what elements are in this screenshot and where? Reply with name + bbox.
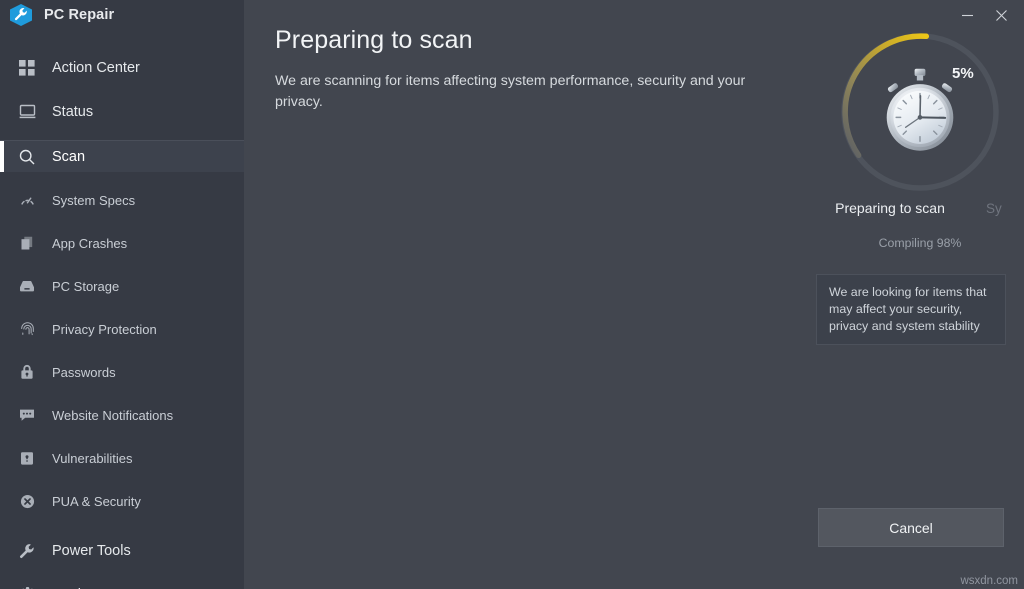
speech-bubble-icon [16, 404, 38, 426]
scan-progress-ring: 5% [830, 22, 1010, 202]
cancel-button[interactable]: Cancel [818, 508, 1004, 547]
copy-pages-icon [16, 232, 38, 254]
page-subtitle: We are scanning for items affecting syst… [275, 73, 746, 110]
sidebar-item-system-specs[interactable]: System Specs [0, 185, 244, 215]
sidebar-item-label: Website Notifications [52, 407, 174, 423]
page-title: Preparing to scan [275, 26, 473, 54]
sidebar-item-vulnerabilities[interactable]: Vulnerabilities [0, 443, 244, 473]
sidebar-item-label: Vulnerabilities [52, 450, 133, 466]
scan-info-text: We are looking for items that may affect… [829, 285, 987, 333]
sidebar-item-passwords[interactable]: Passwords [0, 357, 244, 387]
scan-status-row: Preparing to scan Sy [800, 200, 1024, 222]
monitor-icon [16, 101, 38, 123]
scan-status-sub: Compiling 98% [878, 236, 962, 250]
sidebar-item-label: PUA & Security [52, 493, 141, 509]
sidebar-item-pua-security[interactable]: PUA & Security [0, 486, 244, 516]
scan-info-box: We are looking for items that may affect… [816, 274, 1006, 345]
sidebar-item-label: System Specs [52, 192, 136, 208]
wrench-shield-icon [10, 3, 32, 27]
sidebar-item-label: Passwords [52, 364, 116, 380]
scan-status-current: Preparing to scan [835, 200, 945, 216]
gear-icon [16, 584, 38, 589]
sidebar-item-website-notifications[interactable]: Website Notifications [0, 400, 244, 430]
sidebar: Action Center Status Scan System Specs A… [0, 0, 244, 589]
watermark: wsxdn.com [960, 575, 1018, 587]
scan-status-next-partial: Sy [986, 201, 1002, 216]
close-icon[interactable] [984, 2, 1018, 28]
title-bar-brand: PC Repair [0, 0, 244, 30]
sidebar-item-label: PC Storage [52, 278, 120, 294]
app-title: PC Repair [44, 7, 115, 23]
sidebar-item-label: Scan [52, 148, 86, 165]
minimize-icon[interactable] [950, 2, 984, 28]
fingerprint-icon [16, 318, 38, 340]
sidebar-item-action-center[interactable]: Action Center [0, 52, 244, 83]
sidebar-item-app-crashes[interactable]: App Crashes [0, 228, 244, 258]
magnifier-icon [16, 146, 38, 168]
sidebar-item-status[interactable]: Status [0, 96, 244, 127]
progress-percent-label: 5% [952, 65, 974, 82]
title-bar: PC Repair [0, 0, 1024, 30]
gauge-icon [16, 189, 38, 211]
window-controls [244, 0, 1024, 30]
circle-x-icon [16, 490, 38, 512]
sidebar-item-privacy-protection[interactable]: Privacy Protection [0, 314, 244, 344]
sidebar-item-settings[interactable]: Settings [0, 579, 244, 589]
sidebar-item-label: Power Tools [52, 542, 131, 559]
sidebar-item-label: Status [52, 103, 94, 120]
sidebar-item-label: Privacy Protection [52, 321, 157, 337]
app-window: Action Center Status Scan System Specs A… [0, 0, 1024, 589]
sidebar-item-power-tools[interactable]: Power Tools [0, 535, 244, 566]
sidebar-item-label: Action Center [52, 59, 140, 76]
hard-drive-icon [16, 275, 38, 297]
shield-exclamation-icon [16, 447, 38, 469]
grid-squares-icon [16, 57, 38, 79]
wrench-icon [16, 540, 38, 562]
sidebar-item-scan[interactable]: Scan [0, 141, 244, 172]
sidebar-item-pc-storage[interactable]: PC Storage [0, 271, 244, 301]
main-content: Preparing to scan We are scanning for it… [244, 0, 1024, 589]
sidebar-item-label: App Crashes [52, 235, 128, 251]
padlock-icon [16, 361, 38, 383]
